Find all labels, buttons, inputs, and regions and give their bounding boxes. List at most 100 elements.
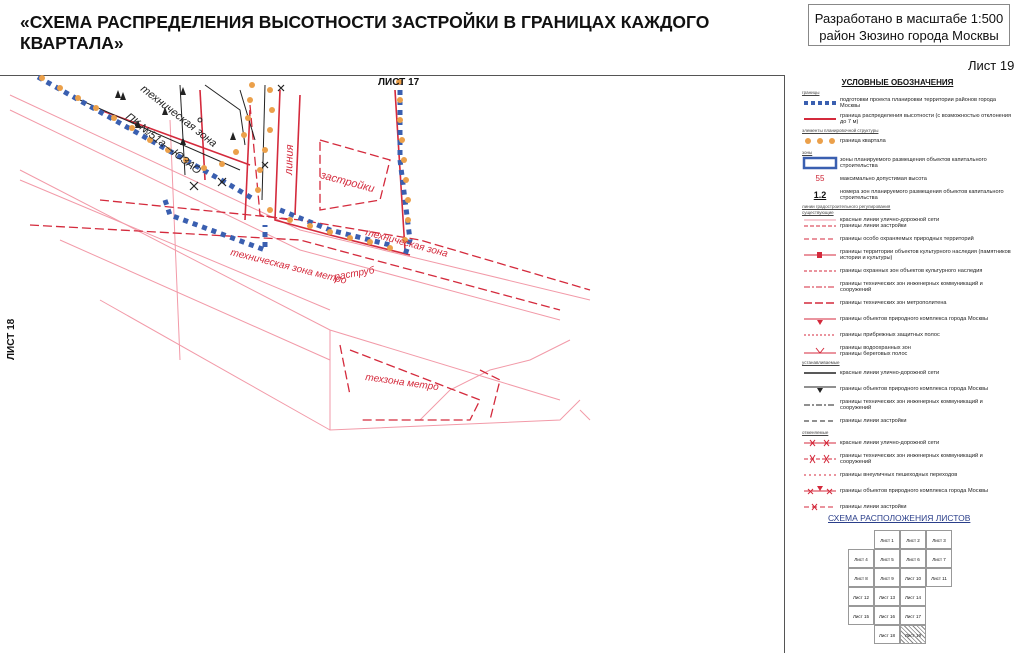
- black-line-icon: [804, 372, 836, 374]
- red-marker-line-icon: [804, 252, 836, 258]
- legend-text: максимально допустимая высота: [840, 175, 927, 182]
- sheet-cell: Лист 1: [874, 530, 900, 549]
- legend-row: границы объектов природного комплекса го…: [800, 382, 1015, 396]
- legend-section-established: линии градостроительного регулирования: [802, 204, 891, 209]
- map-label-zastroiki: застройки: [318, 169, 375, 195]
- map-label-tech-zone-metro: техническая зона метро: [229, 247, 348, 287]
- legend-row: граница квартала: [800, 134, 1015, 148]
- red-crossed-line-icon: [804, 439, 836, 447]
- legend-section-borders: границы: [802, 90, 820, 95]
- legend-text: границы охранных зон объектов культурног…: [840, 267, 983, 274]
- map-canvas: техническая зона ПК №51а—ЮЗАО линия заст…: [9, 75, 591, 431]
- legend-text: подготовки проекта планировки территории…: [840, 96, 997, 109]
- legend-text: границы объектов природного комплекса го…: [840, 385, 989, 392]
- district-line: район Зюзино города Москвы: [819, 28, 999, 43]
- sheet-cell: Лист 14: [900, 587, 926, 606]
- sheet-cell: Лист 8: [848, 568, 874, 587]
- red-dashed-line-icon: [804, 334, 836, 336]
- legend-text: границы технических зон метрополитена: [840, 299, 947, 306]
- sheet-cell: Лист 7: [926, 549, 952, 568]
- sheet-cell: Лист 15: [848, 606, 874, 625]
- sheet-cell: Лист 6: [900, 549, 926, 568]
- sheet-cell: Лист 18: [874, 625, 900, 644]
- page-title: «СХЕМА РАСПРЕДЕЛЕНИЯ ВЫСОТНОСТИ ЗАСТРОЙК…: [20, 12, 710, 53]
- red-line-icon: [804, 118, 836, 120]
- sheet-cell: Лист 10: [900, 568, 926, 587]
- zone-number: 1.2: [813, 190, 827, 200]
- black-dashed-line-icon: [804, 404, 836, 406]
- sheet-layout-title: СХЕМА РАСПОЛОЖЕНИЯ ЛИСТОВ: [828, 513, 971, 523]
- legend-text: границы водоохранных зон границы береговы…: [840, 344, 911, 357]
- red-crossed-line-icon: [804, 454, 836, 464]
- red-crossed-triangle-icon: [804, 486, 836, 495]
- sheet-cell: Лист 11: [926, 568, 952, 587]
- legend: УСЛОВНЫЕ ОБОЗНАЧЕНИЯ границы подготовки …: [800, 78, 1015, 516]
- legend-text: границы технических зон инженерных комму…: [840, 452, 983, 465]
- label-sheet-18: ЛИСТ 18: [6, 318, 17, 360]
- legend-title: УСЛОВНЫЕ ОБОЗНАЧЕНИЯ: [841, 78, 954, 87]
- sheet-number: Лист 19: [968, 58, 1015, 73]
- legend-text: красные линии улично-дорожной сети: [840, 369, 940, 376]
- sheet-cell: Лист 2: [900, 530, 926, 549]
- blue-dotted-line-icon: [804, 101, 836, 105]
- legend-row: красные линии улично-дорожной сети границ…: [800, 216, 1015, 230]
- scale-line: Разработано в масштабе 1:500: [814, 11, 1004, 26]
- legend-text: границы линии застройки: [840, 503, 907, 510]
- black-dashed-line-icon: [804, 420, 836, 422]
- sheet-cell: Лист 3: [926, 530, 952, 549]
- legend-section-zones: зоны: [802, 150, 813, 155]
- legend-row: границы технических зон инженерных комму…: [800, 452, 1015, 466]
- map-label-liniya: линия: [283, 144, 296, 176]
- legend-row: границы водоохранных зон границы береговы…: [800, 344, 1015, 358]
- legend-text: границы особо охраняемых природных терри…: [840, 235, 974, 242]
- legend-text: граница квартала: [840, 137, 886, 144]
- orange-dots-icon: [805, 138, 835, 144]
- legend-section-set: устанавливаемые: [802, 360, 840, 365]
- legend-text: границы объектов природного комплекса го…: [840, 487, 989, 494]
- legend-row: подготовки проекта планировки территории…: [800, 96, 1015, 110]
- legend-row: границы прибрежных защитных полос: [800, 328, 1015, 342]
- legend-row: 55 максимально допустимая высота: [800, 172, 1015, 186]
- legend-row: границы внеуличных пешеходных переходов: [800, 468, 1015, 482]
- sheet-cell-current: Лист 19: [900, 625, 926, 644]
- legend-text: границы технических зон инженерных комму…: [840, 398, 983, 411]
- sheet-cell: Лист 12: [848, 587, 874, 606]
- legend-row: границы объектов природного комплекса го…: [800, 312, 1015, 326]
- legend-row: зоны планируемого размещения объектов ка…: [800, 156, 1015, 170]
- legend-section-existing: существующие: [802, 210, 834, 215]
- legend-section-elements: элементы планировочной структуры: [802, 128, 879, 133]
- black-triangle-line-icon: [804, 386, 836, 393]
- sheet-cell: Лист 17: [900, 606, 926, 625]
- legend-text: красные линии улично-дорожной сети границ…: [840, 216, 940, 229]
- sheet-cell: Лист 16: [874, 606, 900, 625]
- red-dashed-line-icon: [804, 286, 836, 288]
- red-dashed-line-icon: [804, 238, 836, 240]
- legend-row: границы охранных зон объектов культурног…: [800, 264, 1015, 278]
- sheet-cell: Лист 13: [874, 587, 900, 606]
- legend-row: границы особо охраняемых природных терри…: [800, 232, 1015, 246]
- sheet-cell: Лист 9: [874, 568, 900, 587]
- red-triangle-line-icon: [804, 318, 836, 325]
- sheet-cell: Лист 5: [874, 549, 900, 568]
- red-chevron-line-icon: [804, 347, 836, 354]
- red-dashed-line-icon: [804, 302, 836, 304]
- legend-row: границы территории объектов культурного …: [800, 248, 1015, 262]
- legend-text: границы внеуличных пешеходных переходов: [840, 471, 958, 478]
- map-label-rastrub: раструб: [332, 264, 375, 283]
- label-sheet-17: ЛИСТ 17: [378, 77, 420, 88]
- legend-row: границы линии застройки: [800, 500, 1015, 514]
- legend-text: номера зон планируемого размещения объек…: [840, 188, 1004, 201]
- legend-section-cancelled: отменяемые: [802, 430, 829, 435]
- red-dashed-line-icon: [804, 219, 836, 227]
- map-label-techzona-metro: техзона метро: [365, 372, 440, 393]
- legend-row: границы технических зон инженерных комму…: [800, 398, 1015, 412]
- legend-row: границы линии застройки: [800, 414, 1015, 428]
- legend-row: границы объектов природного комплекса го…: [800, 484, 1015, 498]
- red-dashed-line-icon: [804, 474, 836, 476]
- legend-text: границы линии застройки: [840, 417, 907, 424]
- legend-row: 1.2 номера зон планируемого размещения о…: [800, 188, 1015, 202]
- legend-text: границы территории объектов культурного …: [840, 248, 1011, 261]
- legend-text: границы технических зон инженерных комму…: [840, 280, 983, 293]
- legend-row: красные линии улично-дорожной сети: [800, 436, 1015, 450]
- scale-box: Разработано в масштабе 1:500 район Зюзин…: [808, 4, 1010, 46]
